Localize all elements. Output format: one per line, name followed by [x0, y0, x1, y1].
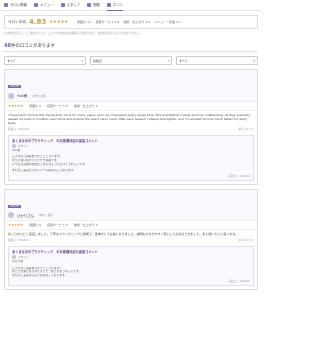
menu-icon [33, 3, 38, 7]
review-date: 投稿日：2024/02 [8, 239, 30, 243]
rating-category: 雰囲気 4.7 [76, 20, 92, 24]
reply-staff-label: スタッフ [18, 256, 29, 260]
reviewer-meta: 30代 / 女性 [38, 214, 53, 218]
reply-date: 返信日：2024/03 [228, 174, 250, 178]
chevron-down-icon: ▾ [81, 58, 83, 63]
rating-categories: 雰囲気 4.7 接客サービス 4.9 技術・仕上がり 4.9 メニュー・料金 4… [77, 20, 181, 24]
star-rating-icon: ★★★★★ [8, 103, 24, 108]
rating-tag: 技術・仕上がり 5 [73, 103, 98, 108]
pickup-badge: PICKUP [8, 204, 22, 208]
salon-reply: あくまなおのプラクティック のお客様対応の返信コメント スタッフ Yuki様 口… [8, 134, 254, 181]
staff-icon [60, 3, 65, 7]
filter-value: すべて [7, 58, 16, 63]
nav-label: メニュー [39, 3, 54, 7]
star-rating-icon: ★★★★★ [8, 223, 24, 228]
home-icon [4, 3, 8, 7]
review-count-number: 48 [4, 43, 11, 50]
rating-score: 4.83 [28, 18, 47, 26]
review-count-suffix: 件の口コミがあります [10, 44, 55, 50]
rating-tag: 雰囲気 5 [29, 223, 41, 228]
star-rating-icon: ★★★★★ [49, 19, 68, 25]
avatar [12, 143, 16, 148]
review-count: 48件の口コミがあります [4, 43, 258, 53]
avatar [8, 212, 14, 219]
disclaimer-note: ※ 内容を目安としてご利用ください。口コミの内容はお客様個人の感想であり、効果を… [4, 32, 142, 35]
nav-staff[interactable]: スタッフ [60, 0, 81, 10]
chevron-down-icon: ▾ [253, 58, 255, 63]
pickup-badge: PICKUP [8, 85, 22, 89]
page: サロン情報 メニュー スタッフ 物販 口コミ サロン平均 4.83 ★★★★★ … [0, 0, 262, 349]
review-card: PICKUP ひかりさん 30代 / 女性 ★★★★★ 雰囲気 5 接客サービス… [4, 188, 258, 291]
reviewer-name[interactable]: ひかりさん [17, 213, 34, 218]
review-text: I have been coming this chiropractic cli… [8, 112, 251, 125]
nav-salon-info[interactable]: サロン情報 [4, 0, 27, 10]
salon-reply: あくまなおのプラクティック のお客様対応の返信コメント スタッフ ひかり様 口コ… [8, 246, 254, 287]
top-nav: サロン情報 メニュー スタッフ 物販 口コミ [0, 0, 262, 11]
review-footer: 投稿日：2024/03 参考になった [5, 127, 257, 133]
review-header: PICKUP ひかりさん 30代 / 女性 [5, 189, 257, 222]
avatar [12, 255, 16, 260]
review-header: PICKUP Yuki様 20代 / 女性 [5, 70, 257, 102]
nav-label: サロン情報 [10, 3, 27, 7]
bag-icon [87, 3, 92, 7]
nav-label: 物販 [93, 3, 100, 7]
review-date: 投稿日：2024/03 [8, 127, 30, 131]
nav-label: スタッフ [66, 3, 81, 7]
filter-bar: すべて ▾ 投稿日 ▾ すべて ▾ [4, 56, 258, 66]
reviewer: Yuki様 20代 / 女性 [8, 92, 254, 99]
gender-select[interactable]: すべて ▾ [176, 56, 258, 66]
review-ratings: ★★★★★ 雰囲気 5 接客サービス 5 技術・仕上がり 5 [5, 102, 257, 111]
reviewer-name[interactable]: Yuki様 [17, 93, 27, 98]
reviewer: ひかりさん 30代 / 女性 [8, 212, 254, 219]
rating-tag: 接客サービス 5 [46, 223, 68, 228]
review-card: PICKUP Yuki様 20代 / 女性 ★★★★★ 雰囲気 5 接客サービス… [4, 69, 258, 185]
nav-menu[interactable]: メニュー [33, 0, 54, 10]
reply-heading: あくまなおのプラクティック のお客様対応の返信コメント [12, 250, 98, 255]
useful-button[interactable]: 参考になった [238, 127, 254, 131]
rating-category: 接客サービス 4.9 [95, 20, 120, 24]
useful-button[interactable]: 参考になった [238, 238, 254, 242]
review-ratings: ★★★★★ 雰囲気 5 接客サービス 5 技術・仕上がり 5 [5, 221, 257, 231]
review-text: 肩こりがひどく来店しました。丁寧なカウンセリングと施術で、身体がとても楽になりま… [8, 232, 238, 237]
reply-staff: スタッフ [12, 143, 250, 148]
nav-reviews[interactable]: 口コミ [106, 0, 124, 11]
rating-tag: 技術・仕上がり 5 [73, 223, 98, 228]
sort-value: 投稿日 [93, 58, 103, 63]
comment-icon [106, 2, 111, 7]
gender-value: すべて [179, 58, 188, 63]
rating-summary: サロン平均 4.83 ★★★★★ 雰囲気 4.7 接客サービス 4.9 技術・仕… [4, 15, 258, 29]
reply-line: またのご来店をスタッフ一同お待ちしております。 [12, 169, 76, 173]
chevron-down-icon: ▾ [167, 58, 169, 63]
reply-line: またのご来店を心よりお待ちしております。 [12, 274, 68, 278]
reply-staff: スタッフ [12, 255, 250, 260]
nav-label: 口コミ [112, 2, 124, 7]
review-footer: 投稿日：2024/02 参考になった [5, 238, 257, 244]
avatar [8, 92, 14, 99]
reply-date: 返信日：2024/02 [228, 280, 250, 284]
reply-heading: あくまなおのプラクティック のお客様対応の返信コメント [12, 138, 98, 143]
rating-category: 技術・仕上がり 4.9 [123, 20, 151, 24]
rating-label: サロン平均 [8, 19, 26, 24]
rating-category: メニュー・料金 4.7 [154, 20, 181, 24]
reply-staff-label: スタッフ [18, 144, 29, 148]
rating-tag: 接客サービス 5 [46, 103, 68, 108]
rating-tag: 雰囲気 5 [29, 103, 41, 108]
reviewer-meta: 20代 / 女性 [32, 94, 46, 98]
filter-select[interactable]: すべて ▾ [4, 56, 86, 66]
sort-select[interactable]: 投稿日 ▾ [90, 56, 172, 66]
nav-products[interactable]: 物販 [87, 0, 100, 10]
